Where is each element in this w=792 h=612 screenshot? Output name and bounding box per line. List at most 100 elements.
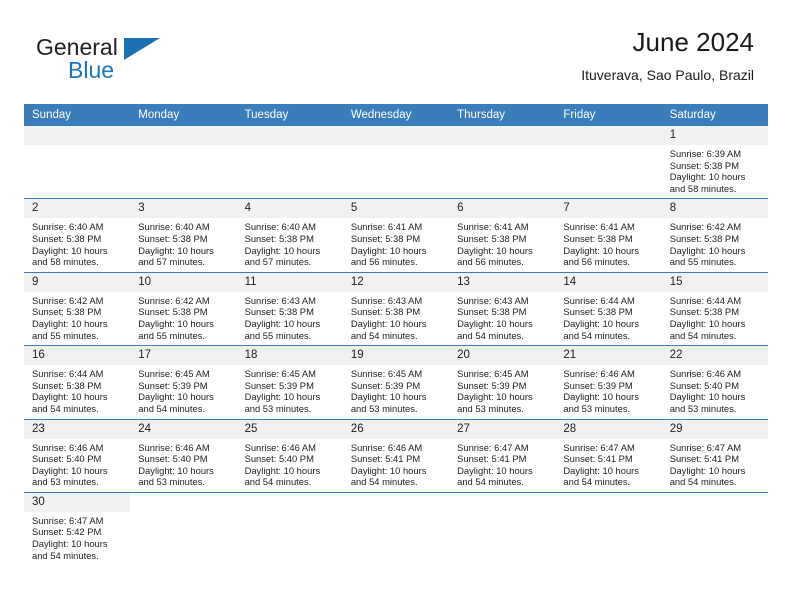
daylight-text: and 55 minutes. [32,329,99,341]
page-header: General Blue June 2024 Ituverava, Sao Pa… [24,26,768,98]
calendar-day-cell[interactable]: 13 Sunrise: 6:43 AM Sunset: 5:38 PM Dayligh… [449,272,556,347]
daylight-text: and 53 minutes. [457,402,524,414]
daylight-text: Daylight: 10 hours [350,391,427,403]
calendar-day-cell[interactable]: 19 Sunrise: 6:45 AM Sunset: 5:39 PM Dayligh… [342,345,450,420]
day-number: 24 [130,419,237,439]
day-details: Sunrise: 6:46 AM Sunset: 5:40 PM Daylight:… [662,365,768,418]
daylight-text: and 54 minutes. [32,549,99,561]
day-details: Sunrise: 6:44 AM Sunset: 5:38 PM Daylight:… [662,292,768,345]
calendar-day-cell[interactable]: 11 Sunrise: 6:43 AM Sunset: 5:38 PM Dayligh… [236,272,343,347]
day-details: Sunrise: 6:40 AM Sunset: 5:38 PM Daylight:… [130,218,236,271]
day-details: Sunrise: 6:43 AM Sunset: 5:38 PM Daylight:… [343,292,449,345]
day-details: Sunrise: 6:40 AM Sunset: 5:38 PM Daylight:… [237,218,343,271]
calendar-day-cell[interactable]: 2 Sunrise: 6:40 AM Sunset: 5:38 PM Daylight… [24,198,131,273]
calendar-day-cell[interactable]: 16 Sunrise: 6:44 AM Sunset: 5:38 PM Dayligh… [24,345,131,420]
daylight-text: and 54 minutes. [563,476,631,488]
day-details: Sunrise: 6:46 AM Sunset: 5:39 PM Daylight:… [555,365,661,418]
day-number: 2 [24,199,131,219]
sunset-text: Sunset: 5:41 PM [563,453,633,465]
calendar-day-cell[interactable]: 26 Sunrise: 6:46 AM Sunset: 5:41 PM Dayligh… [342,419,450,493]
calendar-day-cell[interactable]: 23 Sunrise: 6:46 AM Sunset: 5:40 PM Dayligh… [24,419,131,493]
daylight-text: Daylight: 10 hours [32,244,108,256]
calendar-day-cell[interactable]: 15 Sunrise: 6:44 AM Sunset: 5:38 PM Dayligh… [661,272,768,347]
calendar-day-cell-empty [555,126,662,200]
sunset-text: Sunset: 5:38 PM [32,379,102,391]
calendar-day-cell-empty [449,126,556,200]
daylight-text: and 53 minutes. [244,402,312,414]
daylight-text: and 53 minutes. [350,402,418,414]
sunrise-text: Sunrise: 6:43 AM [457,294,529,306]
daylight-text: and 54 minutes. [563,329,631,341]
triangle-flag-icon [124,38,160,60]
calendar-day-cell[interactable]: 27 Sunrise: 6:47 AM Sunset: 5:41 PM Dayligh… [449,419,556,493]
sunrise-text: Sunrise: 6:46 AM [244,441,316,453]
calendar-day-cell[interactable]: 10 Sunrise: 6:42 AM Sunset: 5:38 PM Dayligh… [130,272,237,347]
day-details: Sunrise: 6:40 AM Sunset: 5:38 PM Daylight:… [24,218,130,271]
calendar-day-cell[interactable]: 28 Sunrise: 6:47 AM Sunset: 5:41 PM Dayligh… [555,419,662,493]
calendar-header-row-group: Sunday Monday Tuesday Wednesday Thursday… [24,104,768,126]
calendar-day-cell[interactable]: 18 Sunrise: 6:45 AM Sunset: 5:39 PM Dayligh… [236,345,343,420]
calendar-day-cell[interactable]: 6 Sunrise: 6:41 AM Sunset: 5:38 PM Daylight… [449,198,556,273]
daylight-text: Daylight: 10 hours [563,391,639,403]
sunset-text: Sunset: 5:39 PM [350,379,421,391]
day-details: Sunrise: 6:46 AM Sunset: 5:40 PM Daylight:… [237,439,343,492]
calendar-day-cell[interactable]: 14 Sunrise: 6:44 AM Sunset: 5:38 PM Dayligh… [555,272,662,347]
calendar-day-cell[interactable]: 25 Sunrise: 6:46 AM Sunset: 5:40 PM Dayligh… [236,419,343,493]
daylight-text: Daylight: 10 hours [457,317,533,329]
page-title: June 2024 [632,27,754,57]
calendar-day-cell[interactable]: 12 Sunrise: 6:43 AM Sunset: 5:38 PM Dayligh… [342,272,450,347]
calendar-day-cell[interactable]: 7 Sunrise: 6:41 AM Sunset: 5:38 PM Daylight… [555,198,662,273]
sunset-text: Sunset: 5:41 PM [669,453,739,465]
calendar-day-cell[interactable]: 1 Sunrise: 6:39 AM Sunset: 5:38 PM Daylight… [661,126,768,200]
calendar-day-cell-empty [130,492,237,566]
day-details: Sunrise: 6:47 AM Sunset: 5:42 PM Daylight:… [24,512,130,565]
day-number: 27 [449,419,556,439]
calendar-day-cell[interactable]: 3 Sunrise: 6:40 AM Sunset: 5:38 PM Daylight… [130,198,237,273]
sunset-text: Sunset: 5:40 PM [669,379,739,391]
day-number-placeholder [24,126,131,145]
sunset-text: Sunset: 5:38 PM [138,306,208,318]
weekday-header-wednesday: Wednesday [342,104,450,126]
daylight-text: and 55 minutes. [138,329,205,341]
day-details: Sunrise: 6:41 AM Sunset: 5:38 PM Daylight:… [343,218,449,271]
day-details: Sunrise: 6:42 AM Sunset: 5:38 PM Daylight:… [662,218,768,271]
daylight-text: and 54 minutes. [350,329,418,341]
calendar-day-cell[interactable]: 4 Sunrise: 6:40 AM Sunset: 5:38 PM Daylight… [236,198,343,273]
daylight-text: Daylight: 10 hours [244,317,321,329]
weekday-header-tuesday: Tuesday [236,104,343,126]
calendar-day-cell[interactable]: 20 Sunrise: 6:45 AM Sunset: 5:39 PM Dayligh… [449,345,556,420]
daylight-text: Daylight: 10 hours [563,317,639,329]
sunset-text: Sunset: 5:38 PM [669,306,739,318]
general-blue-logo[interactable]: General Blue [36,34,216,92]
sunrise-text: Sunrise: 6:42 AM [669,221,742,233]
daylight-text: and 54 minutes. [457,476,524,488]
day-number: 30 [24,492,131,512]
daylight-text: and 55 minutes. [669,256,737,268]
calendar-day-cell[interactable]: 5 Sunrise: 6:41 AM Sunset: 5:38 PM Daylight… [342,198,450,273]
day-number-placeholder [661,492,768,512]
daylight-text: Daylight: 10 hours [32,464,108,476]
day-number: 3 [130,199,237,219]
calendar-day-cell[interactable]: 8 Sunrise: 6:42 AM Sunset: 5:38 PM Daylight… [661,198,768,273]
sunrise-text: Sunrise: 6:46 AM [563,368,635,380]
daylight-text: and 54 minutes. [32,402,99,414]
day-number-placeholder [342,126,450,145]
sunrise-text: Sunrise: 6:42 AM [32,294,104,306]
calendar-day-cell[interactable]: 29 Sunrise: 6:47 AM Sunset: 5:41 PM Dayligh… [661,419,768,493]
day-details: Sunrise: 6:41 AM Sunset: 5:38 PM Daylight:… [449,218,555,271]
day-number-placeholder [555,492,662,512]
day-number-placeholder [236,126,343,145]
calendar-day-cell[interactable]: 17 Sunrise: 6:45 AM Sunset: 5:39 PM Dayligh… [130,345,237,420]
day-details: Sunrise: 6:44 AM Sunset: 5:38 PM Daylight:… [555,292,661,345]
calendar-day-cell[interactable]: 30 Sunrise: 6:47 AM Sunset: 5:42 PM Dayligh… [24,492,131,566]
calendar-day-cell[interactable]: 21 Sunrise: 6:46 AM Sunset: 5:39 PM Dayligh… [555,345,662,420]
sunrise-text: Sunrise: 6:44 AM [669,294,742,306]
daylight-text: Daylight: 10 hours [244,244,321,256]
sunrise-text: Sunrise: 6:45 AM [244,368,316,380]
day-details: Sunrise: 6:45 AM Sunset: 5:39 PM Daylight:… [237,365,343,418]
day-details: Sunrise: 6:46 AM Sunset: 5:40 PM Daylight:… [24,439,130,492]
calendar-day-cell[interactable]: 24 Sunrise: 6:46 AM Sunset: 5:40 PM Dayligh… [130,419,237,493]
day-details: Sunrise: 6:39 AM Sunset: 5:38 PM Daylight:… [662,145,768,198]
calendar-day-cell[interactable]: 22 Sunrise: 6:46 AM Sunset: 5:40 PM Dayligh… [661,345,768,420]
calendar-day-cell[interactable]: 9 Sunrise: 6:42 AM Sunset: 5:38 PM Daylight… [24,272,131,347]
